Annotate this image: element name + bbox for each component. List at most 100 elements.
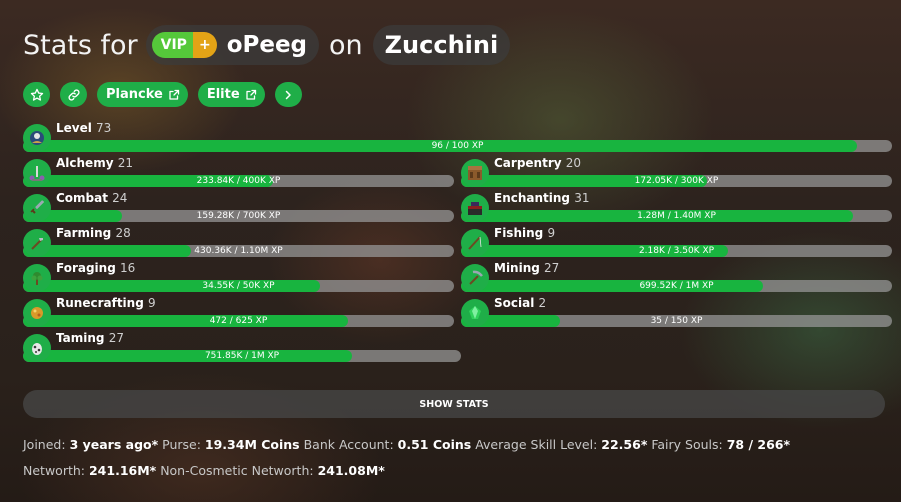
summary-line-2: Networth: 241.16M* Non-Cosmetic Networth… <box>23 463 385 478</box>
skill-xp-text: 751.85K / 1M XP <box>204 351 280 361</box>
spawn-egg-icon <box>23 334 51 362</box>
enchanting-table-icon <box>461 194 489 222</box>
hoe-icon <box>23 229 51 257</box>
title-on: on <box>329 29 363 61</box>
networth-label: Networth: <box>23 463 85 478</box>
crafting-table-icon <box>461 159 489 187</box>
bank-value: 0.51 Coins <box>397 437 472 452</box>
skill-name: Runecrafting 9 <box>56 296 156 310</box>
skill-progress-bar: 699.52K / 1M XP <box>461 280 892 292</box>
show-stats-button[interactable]: SHOW STATS <box>23 390 885 418</box>
skill-level: 2 <box>538 296 547 310</box>
bank-label: Bank Account: <box>303 437 394 452</box>
skill-row-foraging: Foraging 16 34.55K / 50K XP <box>23 261 454 300</box>
title-prefix: Stats for <box>23 29 138 61</box>
page-title: Stats for VIP + oPeeg on Zucchini <box>23 24 511 66</box>
profile-pill[interactable]: Zucchini <box>372 25 511 65</box>
skill-label: Carpentry <box>494 156 562 170</box>
player-name: oPeeg <box>226 32 308 58</box>
rank-badge: VIP + <box>151 32 217 58</box>
skill-label: Taming <box>56 331 105 345</box>
skill-name: Taming 27 <box>56 331 124 345</box>
level-xp-text: 96 / 100 XP <box>431 141 484 151</box>
skill-xp-text: 1.28M / 1.40M XP <box>637 211 716 221</box>
level-value: 73 <box>96 121 112 135</box>
action-buttons: Plancke Elite <box>23 82 302 107</box>
skill-row-social: Social 2 35 / 150 XP <box>461 296 892 335</box>
level-icon <box>23 124 51 152</box>
skill-progress-bar: 430.36K / 1.10M XP <box>23 245 454 257</box>
networth-value: 241.16M* <box>88 463 157 478</box>
plancke-link[interactable]: Plancke <box>97 82 188 107</box>
skill-name: Fishing 9 <box>494 226 555 240</box>
skill-label: Combat <box>56 191 108 205</box>
skill-row-carpentry: Carpentry 20 172.05K / 300K XP <box>461 156 892 195</box>
skill-level: 27 <box>544 261 560 275</box>
skill-label: Fishing <box>494 226 544 240</box>
skill-progress-bar: 34.55K / 50K XP <box>23 280 454 292</box>
skill-progress-bar: 233.84K / 400K XP <box>23 175 454 187</box>
chevron-right-icon <box>285 90 291 99</box>
more-links-button[interactable] <box>274 82 302 107</box>
skill-row-enchanting: Enchanting 31 1.28M / 1.40M XP <box>461 191 892 230</box>
elite-link[interactable]: Elite <box>197 82 265 107</box>
skill-level: 24 <box>112 191 128 205</box>
fairy-souls-value: 78 / 266* <box>726 437 791 452</box>
skill-level: 9 <box>547 226 556 240</box>
purse-label: Purse: <box>162 437 201 452</box>
copy-link-button[interactable] <box>60 82 87 107</box>
skill-name: Farming 28 <box>56 226 131 240</box>
skill-progress-bar: 472 / 625 XP <box>23 315 454 327</box>
skill-xp-text: 159.28K / 700K XP <box>196 211 281 221</box>
skill-name: Carpentry 20 <box>494 156 581 170</box>
skill-progress-bar: 751.85K / 1M XP <box>23 350 461 362</box>
skill-progress-bar: 159.28K / 700K XP <box>23 210 454 222</box>
fairy-souls-label: Fairy Souls: <box>651 437 723 452</box>
skill-xp-text: 34.55K / 50K XP <box>202 281 275 291</box>
skill-row-fishing: Fishing 9 2.18K / 3.50K XP <box>461 226 892 265</box>
skill-xp-text: 172.05K / 300K XP <box>634 176 719 186</box>
level-row: Level 73 96 / 100 XP <box>23 121 893 160</box>
skill-row-farming: Farming 28 430.36K / 1.10M XP <box>23 226 454 265</box>
skill-name: Foraging 16 <box>56 261 135 275</box>
sapling-icon <box>23 264 51 292</box>
level-progress-bar: 96 / 100 XP <box>23 140 892 152</box>
skill-progress-bar: 172.05K / 300K XP <box>461 175 892 187</box>
skill-row-mining: Mining 27 699.52K / 1M XP <box>461 261 892 300</box>
joined-label: Joined: <box>23 437 66 452</box>
avg-skill-value: 22.56* <box>601 437 648 452</box>
skill-level: 16 <box>120 261 136 275</box>
non-cosmetic-networth-label: Non-Cosmetic Networth: <box>160 463 314 478</box>
skill-progress-bar: 1.28M / 1.40M XP <box>461 210 892 222</box>
skill-level: 21 <box>117 156 133 170</box>
skill-name: Social 2 <box>494 296 546 310</box>
avg-skill-label: Average Skill Level: <box>475 437 598 452</box>
skill-name: Enchanting 31 <box>494 191 590 205</box>
level-name: Level 73 <box>56 121 111 135</box>
player-pill[interactable]: VIP + oPeeg <box>145 25 320 65</box>
fishing-rod-icon <box>461 229 489 257</box>
skill-level: 31 <box>574 191 590 205</box>
skill-xp-text: 699.52K / 1M XP <box>639 281 714 291</box>
favorite-button[interactable] <box>23 82 50 107</box>
summary-line-1: Joined: 3 years ago* Purse: 19.34M Coins… <box>23 437 790 452</box>
skill-row-combat: Combat 24 159.28K / 700K XP <box>23 191 454 230</box>
external-link-icon <box>246 89 256 100</box>
skill-label: Foraging <box>56 261 116 275</box>
skill-level: 20 <box>565 156 582 170</box>
skill-label: Runecrafting <box>56 296 144 310</box>
link-icon <box>67 88 80 101</box>
skill-row-taming: Taming 27 751.85K / 1M XP <box>23 331 461 370</box>
plancke-label: Plancke <box>106 87 163 102</box>
sword-icon <box>23 194 51 222</box>
skill-xp-text: 430.36K / 1.10M XP <box>194 246 283 256</box>
skill-level: 27 <box>108 331 124 345</box>
skill-xp-text: 472 / 625 XP <box>209 316 268 326</box>
magma-cream-icon <box>23 299 51 327</box>
level-label: Level <box>56 121 92 135</box>
skill-xp-text: 233.84K / 400K XP <box>196 176 281 186</box>
skill-xp-text: 35 / 150 XP <box>650 316 703 326</box>
skill-level: 28 <box>115 226 131 240</box>
rank-plus: + <box>192 32 217 58</box>
skill-progress-bar: 35 / 150 XP <box>461 315 892 327</box>
